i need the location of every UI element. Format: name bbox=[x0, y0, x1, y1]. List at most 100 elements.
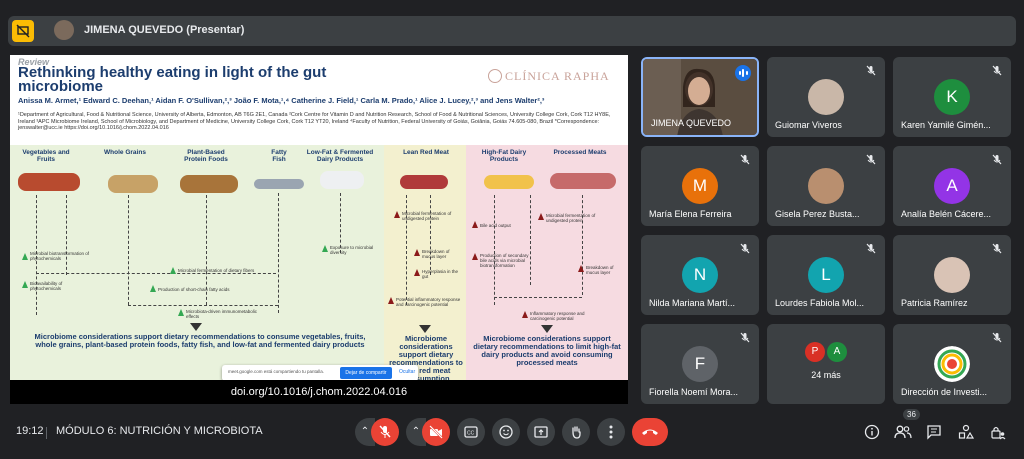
chat-button[interactable] bbox=[924, 422, 944, 442]
doi-caption: doi.org/10.1016/j.chom.2022.04.016 bbox=[10, 380, 628, 404]
camera-toggle-button[interactable] bbox=[422, 418, 450, 446]
participant-count-badge: 36 bbox=[903, 409, 920, 420]
effect-label: Breakdown of mucus layer bbox=[586, 265, 614, 275]
stop-sharing-button[interactable]: Dejar de compartir bbox=[340, 367, 392, 379]
more-participants-tile[interactable]: P A 24 más bbox=[767, 324, 885, 404]
effect-label: Production of short-chain fatty acids bbox=[158, 287, 230, 292]
participant-avatar: A bbox=[827, 342, 847, 362]
participant-tile[interactable]: Guiomar Viveros bbox=[767, 57, 885, 137]
participant-avatar: M bbox=[682, 168, 718, 204]
divider bbox=[46, 427, 47, 439]
hide-notice-link[interactable]: Ocultar bbox=[399, 369, 415, 375]
participant-name: Nilda Mariana Martí... bbox=[649, 298, 736, 308]
chat-icon bbox=[927, 425, 941, 440]
participant-tile[interactable]: Dirección de Investi... bbox=[893, 324, 1011, 404]
info-icon bbox=[864, 424, 880, 440]
participant-name: María Elena Ferreira bbox=[649, 209, 732, 219]
chevron-up-icon: ⌃ bbox=[360, 426, 370, 437]
host-controls-button[interactable] bbox=[988, 422, 1008, 442]
flow-line bbox=[582, 195, 583, 295]
fish-image bbox=[254, 179, 304, 189]
slide-title: Rethinking healthy eating in light of th… bbox=[18, 64, 327, 95]
present-screen-button[interactable] bbox=[527, 418, 555, 446]
participant-tile[interactable]: F Fiorella Noemí Mora... bbox=[641, 324, 759, 404]
flow-line bbox=[128, 305, 278, 306]
mic-off-icon bbox=[992, 154, 1002, 165]
flow-line bbox=[278, 193, 279, 313]
grains-image bbox=[108, 175, 158, 193]
participant-photo bbox=[934, 257, 970, 293]
participant-tile[interactable]: A Analía Belén Cácere... bbox=[893, 146, 1011, 226]
lock-person-icon bbox=[991, 426, 1006, 440]
increase-arrow-icon bbox=[322, 245, 328, 252]
participant-tile[interactable]: Patricia Ramírez bbox=[893, 235, 1011, 315]
conclusion-arrow-icon bbox=[190, 323, 202, 331]
more-participants-label: 24 más bbox=[811, 370, 841, 380]
presenter-bar: JIMENA QUEVEDO (Presentar) bbox=[8, 16, 1016, 46]
effect-label: Production of secondary bile acids via m… bbox=[480, 253, 529, 268]
participant-tile[interactable]: M María Elena Ferreira bbox=[641, 146, 759, 226]
clinic-logo: CLÍNICA RAPHA bbox=[488, 69, 610, 84]
activities-icon bbox=[958, 424, 974, 439]
effect-label: Potential inflammatory response and carc… bbox=[396, 297, 461, 307]
participant-tile[interactable]: N Nilda Mariana Martí... bbox=[641, 235, 759, 315]
screen-share-text: meet.google.com está compartiendo tu pan… bbox=[228, 369, 325, 374]
participant-tile[interactable]: L Lourdes Fabiola Mol... bbox=[767, 235, 885, 315]
slide-header: Review Rethinking healthy eating in ligh… bbox=[10, 55, 628, 145]
participant-name: Gisela Perez Busta... bbox=[775, 209, 860, 219]
mic-off-icon bbox=[866, 243, 876, 254]
hand-icon bbox=[572, 426, 581, 439]
participant-avatar: N bbox=[682, 257, 718, 293]
institution-logo-icon bbox=[934, 346, 970, 382]
people-icon bbox=[894, 425, 912, 439]
emoji-reactions-button[interactable] bbox=[492, 418, 520, 446]
captions-icon: CC bbox=[464, 426, 478, 438]
category-label: Low-Fat & Fermented Dairy Products bbox=[306, 149, 374, 163]
participant-name: Dirección de Investi... bbox=[901, 387, 988, 397]
participant-avatar: F bbox=[682, 346, 718, 382]
presenter-label: JIMENA QUEVEDO (Presentar) bbox=[84, 24, 245, 36]
people-button[interactable] bbox=[893, 422, 913, 442]
increase-arrow-icon bbox=[578, 265, 584, 272]
participant-tile[interactable]: Gisela Perez Busta... bbox=[767, 146, 885, 226]
increase-arrow-icon bbox=[538, 213, 544, 220]
chevron-up-icon: ⌃ bbox=[411, 426, 421, 437]
effect-label: Hyperplasia in the gut bbox=[422, 269, 459, 279]
effect-label: Bioavailability of phytochemicals bbox=[30, 281, 63, 291]
captions-button[interactable]: CC bbox=[457, 418, 485, 446]
speaking-indicator-icon bbox=[735, 65, 751, 81]
participant-avatar: A bbox=[934, 168, 970, 204]
presenter-avatar bbox=[54, 20, 74, 40]
present-icon bbox=[534, 426, 548, 438]
category-label: Lean Red Meat bbox=[403, 149, 449, 156]
leave-call-button[interactable] bbox=[632, 418, 668, 446]
raise-hand-button[interactable] bbox=[562, 418, 590, 446]
effect-label: Bile acid output bbox=[480, 223, 511, 228]
increase-arrow-icon bbox=[414, 249, 420, 256]
category-label: Processed Meats bbox=[553, 149, 607, 156]
mic-off-icon bbox=[992, 243, 1002, 254]
category-label: Whole Grains bbox=[104, 149, 146, 156]
effect-label: Microbial biotransformation of phytochem… bbox=[30, 251, 90, 261]
increase-arrow-icon bbox=[22, 253, 28, 260]
activities-button[interactable] bbox=[956, 422, 976, 442]
mic-off-icon bbox=[740, 332, 750, 343]
svg-text:CC: CC bbox=[467, 431, 475, 437]
microphone-toggle-button[interactable] bbox=[371, 418, 399, 446]
participant-name: Patricia Ramírez bbox=[901, 298, 968, 308]
presentation-off-icon[interactable] bbox=[12, 20, 34, 42]
category-label: High-Fat Dairy Products bbox=[481, 149, 527, 163]
participant-tile[interactable]: JIMENA QUEVEDO bbox=[641, 57, 759, 137]
flow-line bbox=[36, 273, 276, 274]
flow-line bbox=[128, 195, 129, 305]
participant-tile[interactable]: K Karen Yamilé Gimén... bbox=[893, 57, 1011, 137]
meeting-details-button[interactable] bbox=[862, 422, 882, 442]
conclusion-pink: Microbiome considerations support dietar… bbox=[473, 334, 621, 367]
increase-arrow-icon bbox=[394, 211, 400, 218]
category-label: Fatty Fish bbox=[271, 149, 287, 163]
increase-arrow-icon bbox=[472, 221, 478, 228]
more-options-button[interactable] bbox=[597, 418, 625, 446]
cheese-image bbox=[484, 175, 534, 189]
effect-label: Inflammatory response and carcinogenic p… bbox=[530, 311, 585, 321]
conclusion-arrow-icon bbox=[419, 325, 431, 333]
